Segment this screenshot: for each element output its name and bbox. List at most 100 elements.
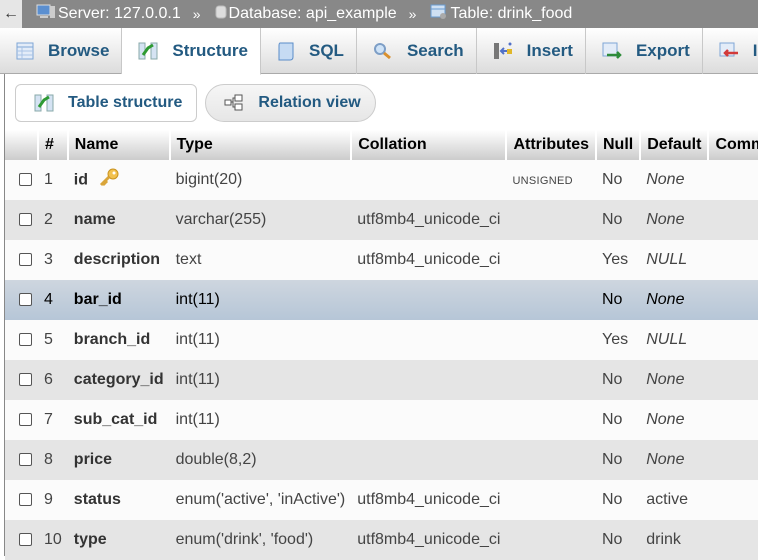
header-default[interactable]: Default [640,130,710,160]
server-icon [36,3,56,26]
table-row[interactable]: 4 bar_id int(11) No None [5,280,758,320]
column-collation [351,320,507,360]
tab-sql[interactable]: SQL [261,28,357,74]
column-null: No [596,360,641,400]
tab-export[interactable]: Export [586,28,703,74]
breadcrumb-server-label: Server: 127.0.0.1 [58,5,181,22]
row-checkbox[interactable] [19,373,32,387]
table-row[interactable]: 2 name varchar(255) utf8mb4_unicode_ci No Non… [5,200,758,240]
header-attributes[interactable]: Attributes [506,130,597,160]
table-row[interactable]: 8 price double(8,2) No None [5,440,758,480]
column-default: None [640,160,709,200]
row-checkbox[interactable] [19,333,32,347]
import-icon [719,42,739,60]
tab-insert[interactable]: Insert [477,28,586,74]
table-row[interactable]: 10 type enum('drink', 'food') utf8mb4_unico… [5,520,758,560]
tab-label: Insert [526,41,573,60]
table-row[interactable]: 6 category_id int(11) No None [5,360,758,400]
tab-import[interactable]: Import [703,28,758,74]
column-type: int(11) [169,280,352,320]
database-icon [215,4,227,25]
row-checkbox[interactable] [19,413,32,427]
column-name: name [73,211,116,228]
column-comments [708,360,758,400]
column-comments [708,480,758,520]
row-checkbox[interactable] [19,293,32,307]
table-header-row: # Name Type Collation Attributes Null De… [5,130,758,160]
column-type: double(8,2) [169,440,352,480]
relation-view-button[interactable]: Relation view [205,84,376,122]
table-row[interactable]: 1 id bigint(20) UNSIGNED No None [5,160,758,200]
column-null: No [596,200,641,240]
column-null: No [596,480,641,520]
column-null: No [596,280,641,320]
breadcrumb-bar: ← Server: 127.0.0.1 » Database: api_exam… [0,0,758,28]
column-comments [708,240,758,280]
column-type: enum('active', 'inActive') [169,480,352,520]
structure-subtabs: Table structure Relation view [15,84,376,122]
breadcrumb-separator: » [408,6,417,22]
column-name: category_id [73,371,164,388]
column-default: None [640,360,709,400]
structure-icon [34,94,54,112]
table-structure-button[interactable]: Table structure [15,84,198,122]
column-number: 4 [38,280,68,320]
main-tabs: Browse Structure SQL Search Insert Expor… [0,28,758,75]
row-checkbox[interactable] [19,453,32,467]
header-collation[interactable]: Collation [351,130,508,160]
column-collation: utf8mb4_unicode_ci [351,480,507,520]
column-type: varchar(255) [169,200,352,240]
breadcrumb-database[interactable]: Database: api_example [215,4,397,25]
tab-browse[interactable]: Browse [0,28,123,74]
column-name: id [73,171,89,189]
column-collation [351,400,507,440]
tab-label: SQL [309,41,344,60]
header-null[interactable]: Null [596,130,642,160]
table-row[interactable]: 9 status enum('active', 'inActive') utf8mb4… [5,480,758,520]
tab-search[interactable]: Search [357,28,477,74]
tab-label: Search [406,41,464,60]
column-null: No [596,160,641,200]
column-default: None [640,440,709,480]
column-default: None [640,200,709,240]
column-comments [708,440,758,480]
row-checkbox[interactable] [19,533,32,547]
insert-icon [493,42,513,60]
browse-icon [16,42,34,60]
row-checkbox[interactable] [19,253,32,267]
column-null: No [596,400,641,440]
column-number: 9 [38,480,68,520]
table-row[interactable]: 3 description text utf8mb4_unicode_ci Yes NUL… [5,240,758,280]
header-name[interactable]: Name [67,130,171,160]
table-row[interactable]: 7 sub_cat_id int(11) No None [5,400,758,440]
row-checkbox[interactable] [19,493,32,507]
column-null: Yes [596,320,641,360]
column-comments [708,160,758,200]
row-checkbox[interactable] [19,173,32,187]
column-attributes: UNSIGNED [512,175,573,187]
table-icon [430,4,448,25]
row-checkbox[interactable] [19,213,32,227]
breadcrumb-server[interactable]: Server: 127.0.0.1 [36,3,181,26]
column-comments [708,320,758,360]
column-number: 10 [38,520,68,560]
header-comments[interactable]: Comments [708,130,758,160]
table-row[interactable]: 5 branch_id int(11) Yes NULL [5,320,758,360]
tab-structure[interactable]: Structure [122,28,261,75]
header-number[interactable]: # [38,130,69,160]
search-icon [373,42,393,60]
column-type: int(11) [169,320,352,360]
column-number: 7 [38,400,68,440]
column-collation [351,360,507,400]
column-collation [351,280,507,320]
breadcrumb-table[interactable]: Table: drink_food [430,4,572,25]
breadcrumb-database-label: Database: api_example [228,5,397,22]
breadcrumb-table-label: Table: drink_food [450,5,573,22]
breadcrumb-separator: » [192,6,201,22]
column-name: bar_id [73,291,122,308]
back-arrow-button[interactable]: ← [0,0,22,28]
column-default: None [640,400,709,440]
column-name: type [73,531,107,548]
column-number: 5 [38,320,68,360]
header-type[interactable]: Type [169,130,353,160]
